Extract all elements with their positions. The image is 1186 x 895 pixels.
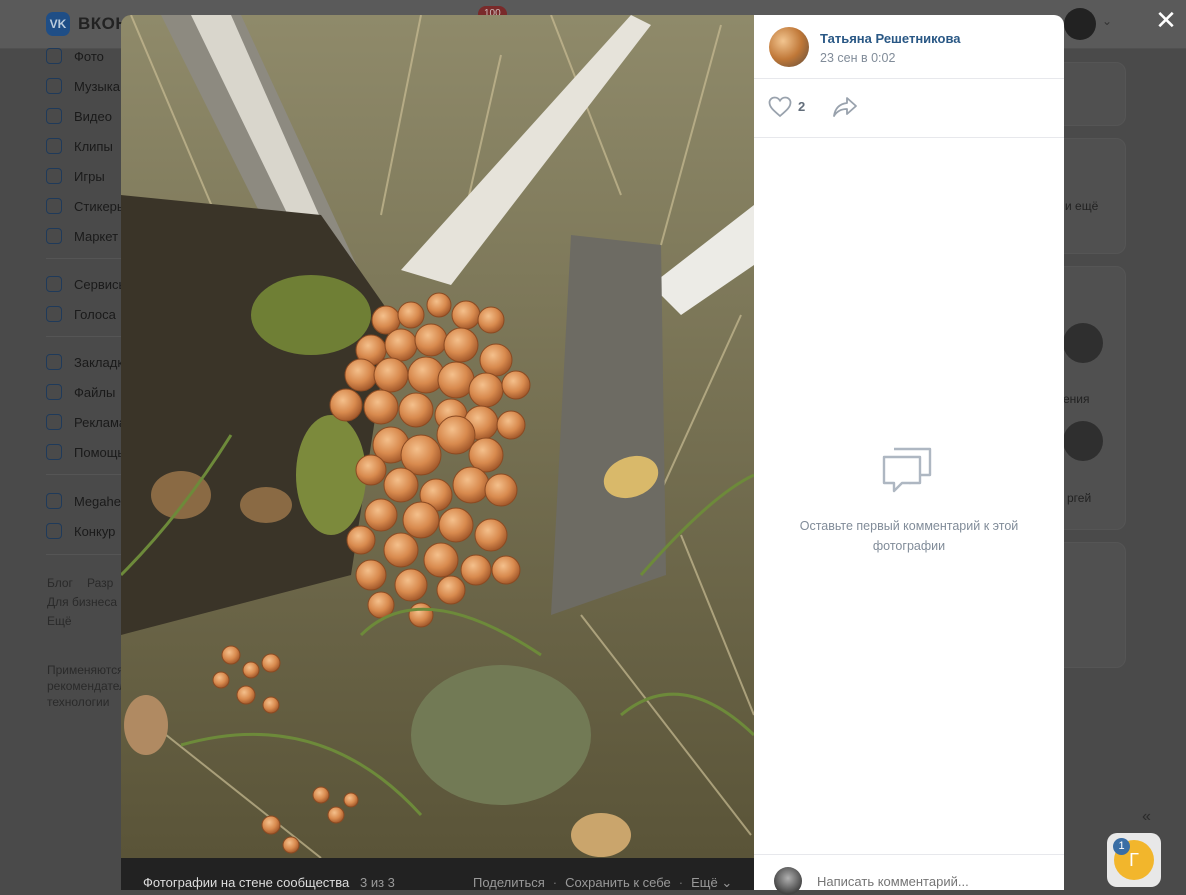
user-avatar: [1064, 8, 1096, 40]
divider: [46, 554, 126, 555]
music-icon: [46, 78, 62, 94]
share-link[interactable]: Поделиться: [473, 875, 545, 891]
author-avatar[interactable]: [769, 27, 809, 67]
comment-bar: [754, 854, 1064, 895]
messenger-button[interactable]: Г 1: [1107, 833, 1161, 887]
photo-side-panel: Татьяна Решетникова 23 сен в 0:02 2 Оста…: [754, 15, 1064, 895]
share-icon: [833, 97, 857, 117]
footer-link: Ещё: [47, 614, 72, 628]
heart-icon: [768, 96, 792, 118]
album-link[interactable]: Фотографии на стене сообщества: [143, 875, 349, 890]
footer-note: Применяются рекомендательные технологии: [47, 663, 155, 709]
sidebar-item-label: Музыка: [74, 78, 120, 94]
files-icon: [46, 384, 62, 400]
sidebar-item-label: Стикеры: [74, 198, 127, 214]
photo-counter: 3 из 3: [360, 875, 395, 890]
author-name[interactable]: Татьяна Решетникова: [820, 31, 961, 46]
sidebar-item-label: Фото: [74, 48, 104, 64]
sidebar-item-label: Файлы: [74, 384, 116, 400]
sidebar-item-label: Сервисы: [74, 276, 128, 292]
sidebar-item-label: Голоса: [74, 306, 116, 322]
comment-input[interactable]: [817, 874, 1037, 889]
photo-footer: Фотографии на стене сообщества 3 из 3 По…: [121, 858, 754, 890]
divider: [46, 336, 126, 337]
sidebar-item-label: Помощь: [74, 444, 125, 460]
more-link[interactable]: Ещё ⌄: [691, 875, 732, 891]
friend-name: ргей: [1067, 491, 1092, 505]
chevron-down-icon: ⌄: [721, 875, 733, 890]
friend-avatar: [1063, 421, 1103, 461]
sidebar-item-label: Конкур: [74, 523, 116, 539]
sidebar-item-label: Реклама: [74, 414, 127, 430]
author-header: Татьяна Решетникова 23 сен в 0:02: [754, 15, 1064, 79]
footer-link: Разр: [87, 576, 114, 590]
like-count: 2: [798, 99, 806, 114]
user-avatar: [774, 867, 802, 895]
more-text: и ещё: [1065, 199, 1099, 213]
ads-icon: [46, 414, 62, 430]
divider: [46, 474, 126, 475]
games-icon: [46, 168, 62, 184]
empty-comments-text: Оставьте первый комментарий к этой фотог…: [799, 519, 1019, 553]
comments-icon: [882, 447, 932, 493]
group-icon: [46, 493, 62, 509]
separator-dot: ·: [678, 875, 684, 890]
video-icon: [46, 108, 62, 124]
save-link[interactable]: Сохранить к себе: [565, 875, 671, 891]
sidebar-item-label: Клипы: [74, 138, 113, 154]
divider: [46, 258, 126, 259]
footer-link: Блог: [47, 576, 73, 590]
photo-actions: Поделиться · Сохранить к себе · Ещё ⌄: [473, 875, 732, 891]
separator-dot: ·: [552, 875, 558, 890]
chevron-down-icon: ⌄: [1102, 14, 1113, 28]
friend-avatar: [1063, 323, 1103, 363]
sidebar-item-label: Маркет: [74, 228, 119, 244]
votes-icon: [46, 306, 62, 322]
help-icon: [46, 444, 62, 460]
close-icon[interactable]: ✕: [1154, 7, 1178, 33]
clips-icon: [46, 138, 62, 154]
photo-image[interactable]: [121, 15, 754, 858]
share-button[interactable]: [832, 96, 858, 120]
vk-logo-icon: VK: [46, 12, 70, 36]
unread-count-badge: 1: [1113, 838, 1130, 855]
friend-name: ения: [1063, 392, 1090, 406]
sidebar-item-label: Видео: [74, 108, 112, 124]
mushroom-photo: [121, 15, 754, 858]
post-date[interactable]: 23 сен в 0:02: [820, 51, 895, 65]
services-icon: [46, 276, 62, 292]
photo-action-bar: 2: [754, 78, 1064, 138]
photo-icon: [46, 48, 62, 64]
sidebar-item-label: Megahe: [74, 493, 121, 509]
group-icon: [46, 523, 62, 539]
more-label: Ещё: [691, 875, 718, 890]
like-button[interactable]: 2: [768, 96, 812, 120]
collapse-icon[interactable]: «: [1142, 808, 1151, 826]
sidebar-item-label: Игры: [74, 168, 105, 184]
market-icon: [46, 228, 62, 244]
bookmark-icon: [46, 354, 62, 370]
stickers-icon: [46, 198, 62, 214]
footer-link: Для бизнеса: [47, 595, 118, 609]
